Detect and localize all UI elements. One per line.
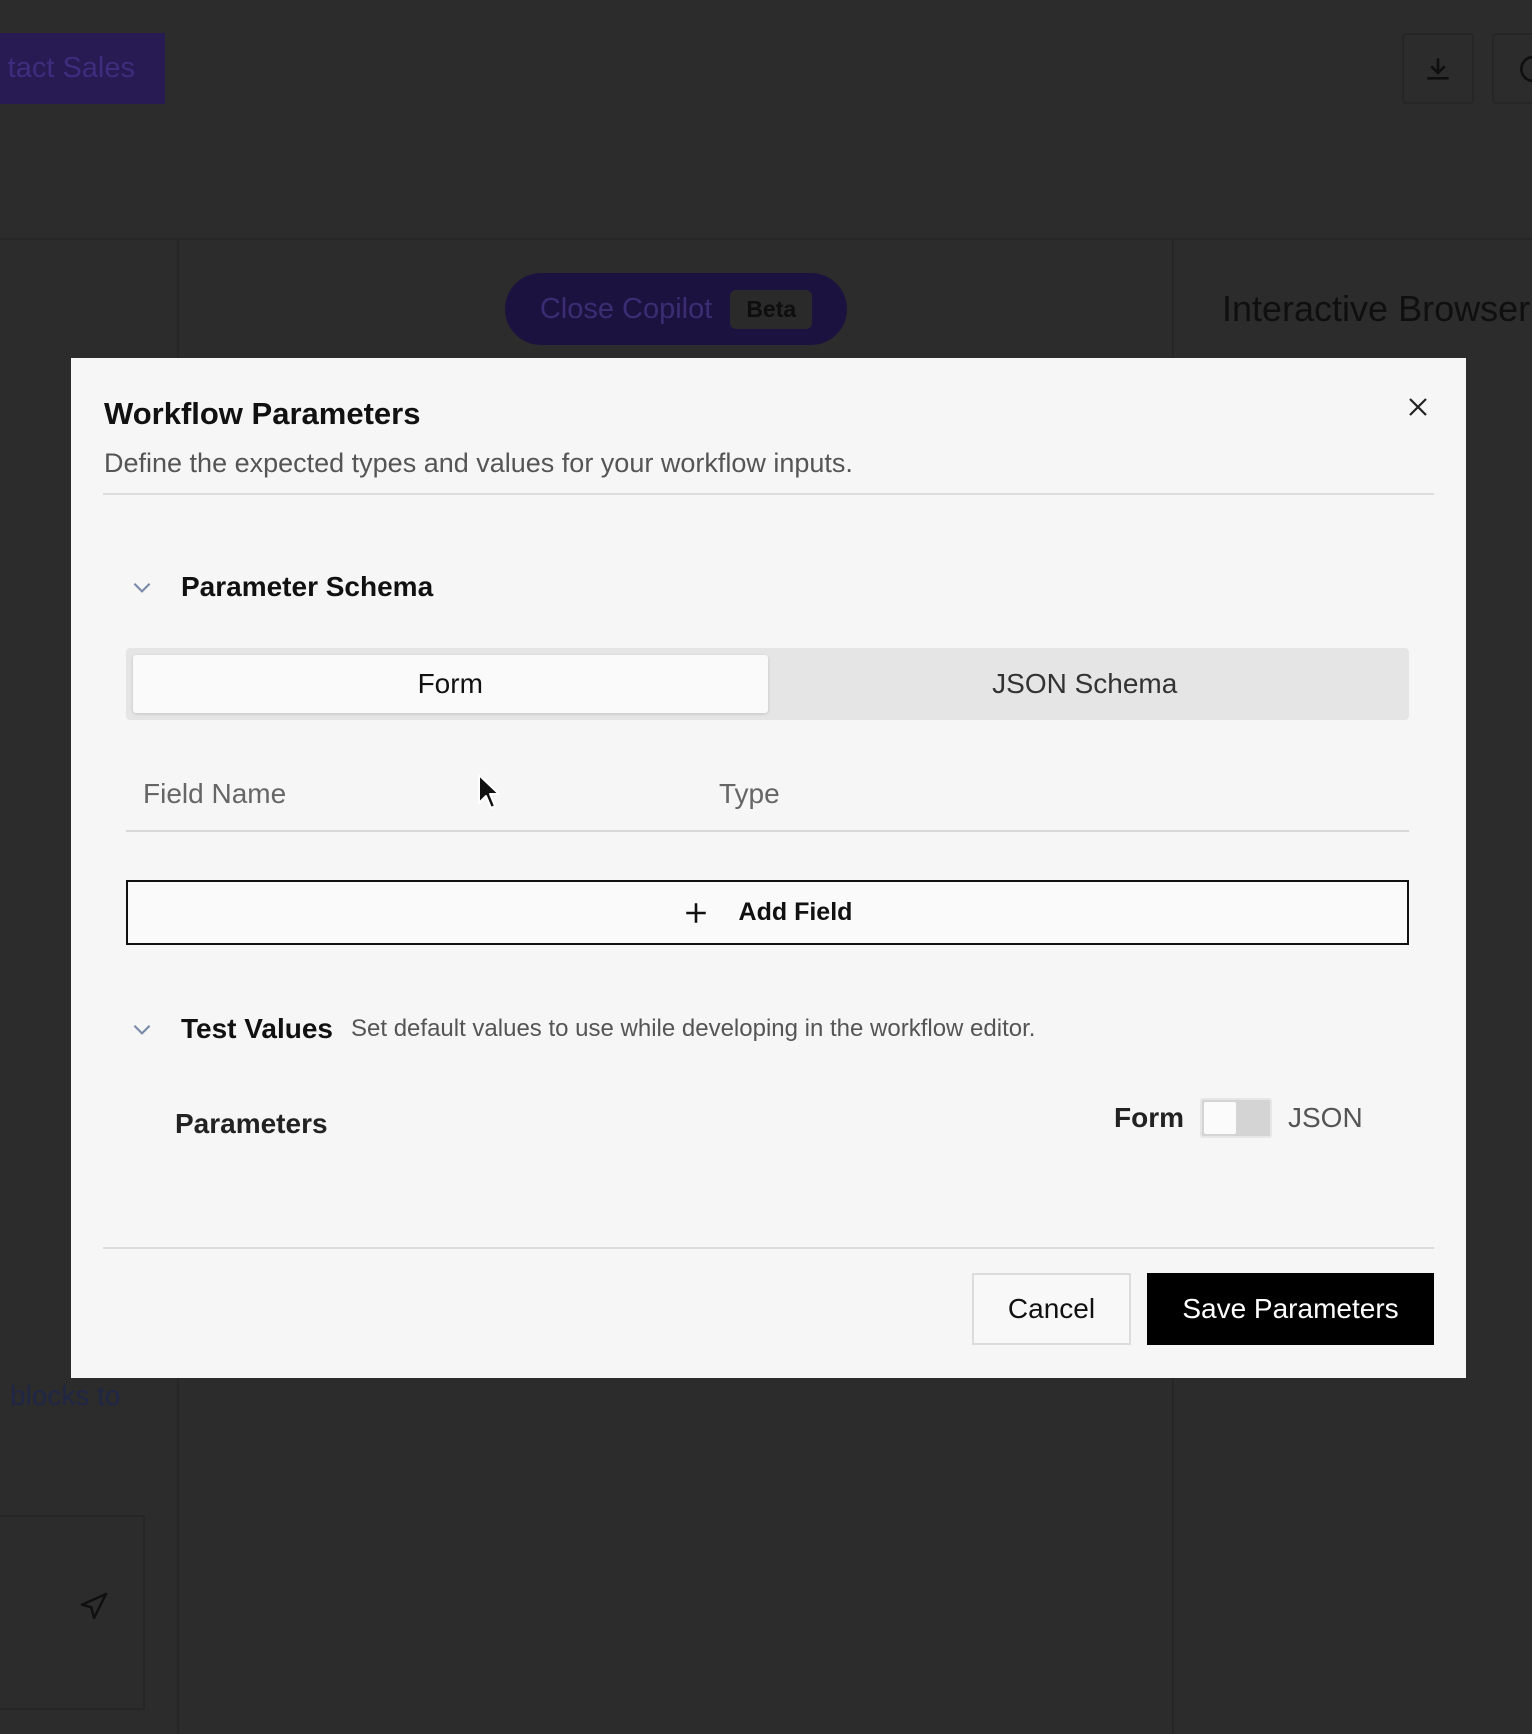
- toolbar-divider: [0, 238, 1532, 240]
- header-divider: [103, 493, 1434, 495]
- column-header-type: Type: [719, 778, 780, 809]
- add-field-button[interactable]: Add Field: [126, 880, 1409, 945]
- tab-json-schema[interactable]: JSON Schema: [768, 655, 1403, 713]
- test-values-header[interactable]: Test Values Set default values to use wh…: [129, 1013, 1035, 1045]
- dialog-title: Workflow Parameters: [104, 396, 421, 431]
- toggle-knob: [1204, 1102, 1236, 1134]
- form-json-toggle[interactable]: [1200, 1098, 1272, 1138]
- section-title: Test Values: [181, 1013, 334, 1044]
- parameter-schema-header[interactable]: Parameter Schema: [129, 571, 433, 603]
- chat-input-box: [0, 1515, 145, 1710]
- download-button: [1402, 33, 1474, 104]
- copilot-label: Close Copilot: [539, 292, 713, 325]
- download-icon: [1427, 57, 1449, 80]
- close-copilot-button: Close Copilot Beta: [505, 273, 847, 345]
- send-icon: [78, 1590, 110, 1627]
- contact-sales-button: tact Sales: [0, 33, 165, 104]
- schema-mode-tabs: Form JSON Schema: [126, 648, 1409, 720]
- workflow-parameters-dialog: Workflow Parameters Define the expected …: [71, 358, 1466, 1378]
- cancel-button[interactable]: Cancel: [972, 1273, 1131, 1345]
- toggle-label-form: Form: [1114, 1102, 1184, 1133]
- clock-icon: [1520, 55, 1532, 82]
- form-json-toggle-group: Form JSON: [1114, 1098, 1363, 1138]
- dialog-description: Define the expected types and values for…: [104, 448, 853, 478]
- tab-form[interactable]: Form: [133, 655, 768, 713]
- chat-hint-text: blocks to: [10, 1380, 121, 1411]
- section-subtitle: Set default values to use while developi…: [351, 1015, 1036, 1042]
- parameters-label: Parameters: [175, 1108, 328, 1139]
- footer-divider: [103, 1247, 1434, 1249]
- add-field-label: Add Field: [738, 898, 853, 926]
- close-icon: [1409, 398, 1427, 416]
- table-header-divider: [126, 830, 1409, 832]
- panel-title: Interactive Browser: [1222, 288, 1531, 329]
- chevron-down-icon: [133, 582, 151, 593]
- section-title: Parameter Schema: [181, 571, 434, 602]
- beta-badge: Beta: [730, 289, 813, 329]
- chevron-down-icon: [133, 1024, 151, 1035]
- plus-icon: [685, 902, 706, 923]
- mouse-cursor-icon: [478, 774, 500, 809]
- save-parameters-button[interactable]: Save Parameters: [1147, 1273, 1434, 1345]
- toggle-label-json: JSON: [1288, 1102, 1363, 1133]
- column-header-field-name: Field Name: [143, 778, 287, 809]
- close-button[interactable]: [1401, 390, 1435, 424]
- history-button: [1492, 33, 1532, 104]
